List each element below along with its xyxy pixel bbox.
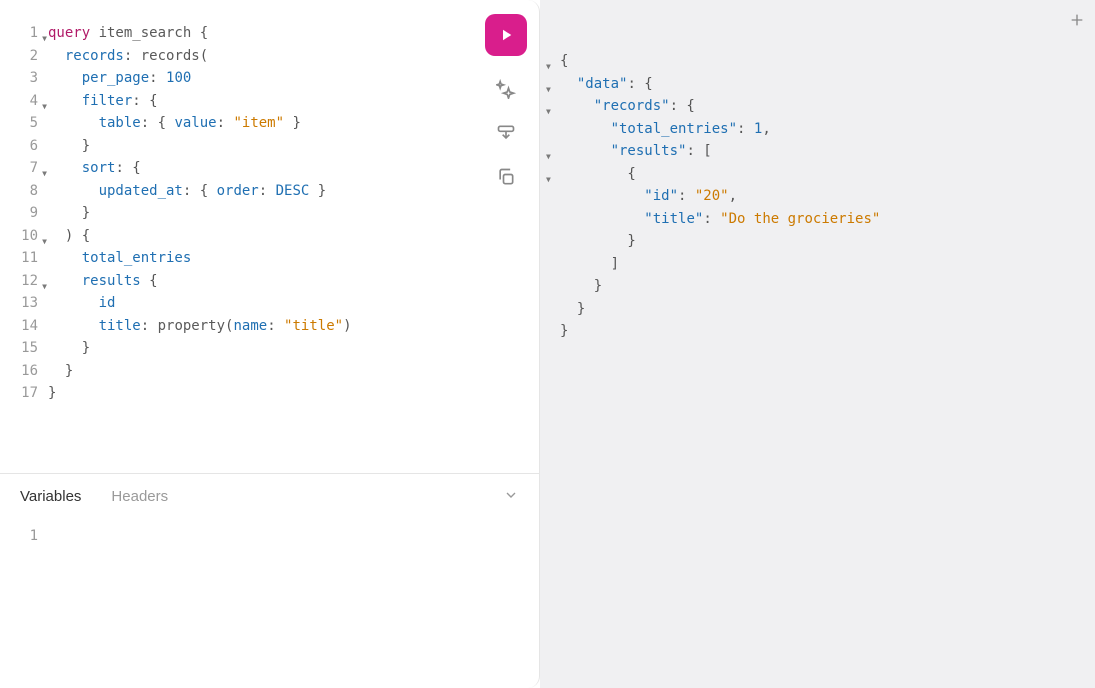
result-line: } — [560, 320, 1095, 343]
variables-editor[interactable]: 1 — [0, 515, 539, 688]
line-number: 15 — [0, 337, 48, 360]
result-line: ] — [560, 253, 1095, 276]
merge-button[interactable] — [495, 122, 517, 144]
code-content[interactable]: query item_search { records: records( pe… — [48, 0, 539, 473]
merge-icon — [496, 123, 516, 143]
editor-area[interactable]: 1▼234▼567▼8910▼1112▼1314151617 query ite… — [0, 0, 539, 473]
line-number: 7▼ — [0, 157, 48, 180]
code-line[interactable]: updated_at: { order: DESC } — [48, 180, 539, 203]
result-line: } — [560, 230, 1095, 253]
code-line[interactable]: total_entries — [48, 247, 539, 270]
result-gutter-line — [550, 185, 560, 208]
result-line: "id": "20", — [560, 185, 1095, 208]
result-gutter-line — [550, 208, 560, 231]
code-line[interactable]: id — [48, 292, 539, 315]
add-tab-button[interactable] — [1069, 12, 1085, 33]
result-content: { "data": { "records": { "total_entries"… — [560, 50, 1095, 343]
result-gutter-line: ▼ — [550, 140, 560, 163]
copy-icon — [496, 167, 516, 187]
result-area[interactable]: ▼▼▼▼▼ { "data": { "records": { "total_en… — [550, 50, 1095, 343]
result-line: "data": { — [560, 73, 1095, 96]
result-line: { — [560, 163, 1095, 186]
line-number: 11 — [0, 247, 48, 270]
code-line[interactable]: } — [48, 382, 539, 405]
line-number: 13 — [0, 292, 48, 315]
code-line[interactable]: } — [48, 202, 539, 225]
result-gutter-line: ▼ — [550, 95, 560, 118]
result-gutter-line — [550, 275, 560, 298]
line-number: 14 — [0, 315, 48, 338]
code-line[interactable]: table: { value: "item" } — [48, 112, 539, 135]
variables-panel: Variables Headers 1 — [0, 473, 539, 688]
code-line[interactable]: results { — [48, 270, 539, 293]
result-line: "results": [ — [560, 140, 1095, 163]
query-editor-panel: 1▼234▼567▼8910▼1112▼1314151617 query ite… — [0, 0, 540, 688]
result-panel: ▼▼▼▼▼ { "data": { "records": { "total_en… — [540, 0, 1095, 688]
line-number: 10▼ — [0, 225, 48, 248]
vars-line-number: 1 — [0, 525, 48, 548]
plus-icon — [1069, 12, 1085, 28]
code-line[interactable]: ) { — [48, 225, 539, 248]
result-line: "title": "Do the grocieries" — [560, 208, 1095, 231]
line-number: 2 — [0, 45, 48, 68]
code-line[interactable]: } — [48, 135, 539, 158]
result-gutter-line: ▼ — [550, 73, 560, 96]
code-line[interactable]: } — [48, 360, 539, 383]
code-line[interactable]: filter: { — [48, 90, 539, 113]
result-gutter-line — [550, 320, 560, 343]
editor-toolbar — [485, 14, 527, 188]
line-number: 5 — [0, 112, 48, 135]
collapse-button[interactable] — [503, 487, 519, 507]
line-number: 6 — [0, 135, 48, 158]
result-line: "total_entries": 1, — [560, 118, 1095, 141]
result-gutter-line — [550, 253, 560, 276]
bottom-tabs: Variables Headers — [0, 474, 539, 515]
prettify-button[interactable] — [495, 78, 517, 100]
code-line[interactable]: query item_search { — [48, 22, 539, 45]
code-line[interactable]: } — [48, 337, 539, 360]
sparkle-icon — [496, 79, 516, 99]
line-number: 4▼ — [0, 90, 48, 113]
code-line[interactable]: title: property(name: "title") — [48, 315, 539, 338]
result-gutter-line — [550, 298, 560, 321]
line-number: 3 — [0, 67, 48, 90]
result-gutter-line: ▼ — [550, 50, 560, 73]
line-number: 1▼ — [0, 22, 48, 45]
tab-headers[interactable]: Headers — [111, 488, 168, 505]
result-line: } — [560, 275, 1095, 298]
line-number: 16 — [0, 360, 48, 383]
line-number: 8 — [0, 180, 48, 203]
vars-gutter: 1 — [0, 515, 48, 688]
code-line[interactable]: records: records( — [48, 45, 539, 68]
line-number: 12▼ — [0, 270, 48, 293]
result-gutter-line: ▼ — [550, 163, 560, 186]
run-button[interactable] — [485, 14, 527, 56]
code-line[interactable]: sort: { — [48, 157, 539, 180]
play-icon — [497, 26, 515, 44]
result-gutter: ▼▼▼▼▼ — [550, 50, 560, 343]
copy-button[interactable] — [495, 166, 517, 188]
line-number: 9 — [0, 202, 48, 225]
result-line: { — [560, 50, 1095, 73]
result-gutter-line — [550, 118, 560, 141]
result-line: } — [560, 298, 1095, 321]
chevron-down-icon — [503, 487, 519, 503]
tab-variables[interactable]: Variables — [20, 488, 81, 505]
code-line[interactable]: per_page: 100 — [48, 67, 539, 90]
line-number: 17 — [0, 382, 48, 405]
result-gutter-line — [550, 230, 560, 253]
result-line: "records": { — [560, 95, 1095, 118]
line-gutter: 1▼234▼567▼8910▼1112▼1314151617 — [0, 0, 48, 473]
